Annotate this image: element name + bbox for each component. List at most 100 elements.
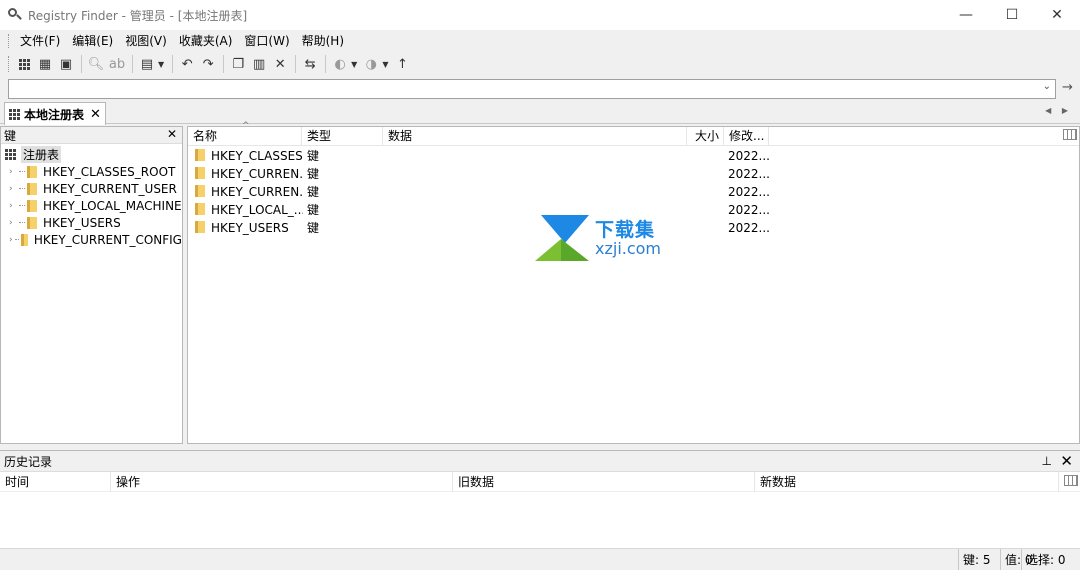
title-bar: Registry Finder - 管理员 - [本地注册表] — ☐ ✕: [0, 0, 1080, 30]
column-chooser-icon[interactable]: [1064, 475, 1078, 486]
status-keys: 键: 5: [958, 549, 991, 570]
column-action[interactable]: 操作: [111, 472, 453, 492]
folder-icon: [27, 182, 37, 195]
toolbar-separator: [223, 55, 225, 73]
toolbar-separator: [81, 55, 82, 73]
registry-grid-icon: [9, 108, 20, 120]
expand-chevron-icon[interactable]: ›: [9, 184, 19, 194]
delete-icon[interactable]: ✕: [270, 54, 290, 74]
status-bar: 键: 5 值: 0 选择: 0: [0, 548, 1080, 570]
tree-panel-header: 键 ✕: [1, 127, 182, 144]
maximize-button[interactable]: ☐: [989, 0, 1035, 30]
watermark-subtitle: xzji.com: [595, 239, 662, 258]
grid-globe-icon[interactable]: ▦: [35, 54, 55, 74]
folder-icon: [195, 167, 205, 179]
close-button[interactable]: ✕: [1034, 0, 1080, 30]
menu-file[interactable]: 文件(F): [14, 30, 66, 52]
export-dropdown-icon[interactable]: ▼: [158, 60, 164, 69]
tree-panel-title: 键: [4, 128, 17, 143]
tree-root-label: 注册表: [21, 146, 62, 163]
folder-icon: [195, 221, 205, 233]
folder-icon: [27, 216, 37, 229]
expand-chevron-icon[interactable]: ›: [9, 167, 19, 177]
close-tab-icon[interactable]: ✕: [90, 107, 101, 122]
back-dropdown-icon[interactable]: ▼: [351, 60, 357, 69]
watermark-title: 下载集: [595, 219, 656, 241]
forward-dropdown-icon[interactable]: ▼: [382, 60, 388, 69]
list-header: 名称 ^ 类型 数据 大小 修改...: [188, 121, 1079, 146]
column-chooser-icon[interactable]: [1063, 129, 1077, 140]
toolbar-grip[interactable]: [8, 56, 11, 72]
toolbar-separator: [172, 55, 174, 73]
menu-favorites[interactable]: 收藏夹(A): [173, 30, 239, 52]
redo-icon[interactable]: ↷: [198, 54, 218, 74]
replace-icon[interactable]: ab: [107, 54, 127, 74]
table-row[interactable]: HKEY_CLASSES... 键 2022...: [188, 147, 1079, 165]
history-header: 历史记录 ⊥ ✕: [0, 451, 1080, 472]
tree-item[interactable]: › HKEY_LOCAL_MACHINE: [1, 197, 182, 214]
folder-icon: [195, 203, 205, 215]
address-input[interactable]: [9, 80, 1029, 98]
tab-nav-arrows[interactable]: ◀ ▶: [1045, 106, 1072, 115]
menu-help[interactable]: 帮助(H): [296, 30, 350, 52]
tree-item[interactable]: › HKEY_CLASSES_ROOT: [1, 163, 182, 180]
values-list-view: 名称 ^ 类型 数据 大小 修改... HKEY_CLASSES... 键 20…: [187, 121, 1080, 444]
toolbar-separator: [132, 55, 133, 73]
history-title: 历史记录: [4, 454, 53, 469]
find-icon[interactable]: 🔍︎: [86, 54, 106, 74]
copy-icon[interactable]: ❐: [228, 54, 248, 74]
tree-root[interactable]: 注册表: [1, 146, 182, 163]
expand-chevron-icon[interactable]: ›: [9, 201, 19, 211]
toolbar-separator: [325, 55, 327, 73]
key-tree-panel: 键 ✕ 注册表 › HKEY_CLASSES_ROOT › HKEY_CURRENT…: [0, 126, 183, 444]
up-icon[interactable]: ↑: [392, 54, 412, 74]
document-tab-bar: 本地注册表 ✕ ◀ ▶: [0, 102, 1080, 125]
menu-window[interactable]: 窗口(W): [238, 30, 295, 52]
address-bar: ⌄: [8, 79, 1056, 99]
column-time[interactable]: 时间: [0, 472, 111, 492]
folder-icon: [27, 199, 37, 212]
column-old-data[interactable]: 旧数据: [453, 472, 755, 492]
paste-icon[interactable]: ▥: [249, 54, 269, 74]
close-history-icon[interactable]: ✕: [1060, 452, 1073, 470]
folder-icon: [195, 185, 205, 197]
menubar-grip[interactable]: [8, 34, 11, 48]
history-panel: 历史记录 ⊥ ✕ 时间 操作 旧数据 新数据: [0, 450, 1080, 548]
expand-chevron-icon[interactable]: ›: [9, 218, 19, 228]
sort-ascending-icon: ^: [242, 121, 250, 131]
grid-icon[interactable]: [14, 54, 34, 74]
export-icon[interactable]: ▤: [137, 54, 157, 74]
column-new-data[interactable]: 新数据: [755, 472, 1059, 492]
minimize-button[interactable]: —: [943, 0, 989, 30]
table-row[interactable]: HKEY_CURREN... 键 2022...: [188, 165, 1079, 183]
column-modified[interactable]: 修改...: [724, 127, 769, 146]
registry-grid-icon: [5, 149, 16, 160]
close-panel-icon[interactable]: ✕: [167, 127, 177, 141]
toolbar: ▦ ▣ 🔍︎ ab ▤ ▼ ↶ ↷ ❐ ▥ ✕ ⇆ ◐ ▼ ◑ ▼ ↑: [0, 52, 1080, 76]
menu-view[interactable]: 视图(V): [119, 30, 173, 52]
folder-icon: [195, 149, 205, 161]
tab-local-registry[interactable]: 本地注册表 ✕: [4, 102, 106, 125]
tree-item[interactable]: › HKEY_CURRENT_USER: [1, 180, 182, 197]
window-title: Registry Finder - 管理员 - [本地注册表]: [28, 8, 248, 23]
column-data[interactable]: 数据: [383, 127, 687, 146]
go-arrow-icon[interactable]: →: [1062, 80, 1073, 95]
menu-edit[interactable]: 编辑(E): [66, 30, 119, 52]
undo-icon[interactable]: ↶: [177, 54, 197, 74]
menu-bar: 文件(F) 编辑(E) 视图(V) 收藏夹(A) 窗口(W) 帮助(H): [0, 30, 1080, 52]
column-type[interactable]: 类型: [302, 127, 383, 146]
tree-item[interactable]: › HKEY_CURRENT_CONFIG: [1, 231, 182, 248]
status-selection: 选择: 0: [1021, 549, 1066, 570]
table-row[interactable]: HKEY_CURREN... 键 2022...: [188, 183, 1079, 201]
tree-item[interactable]: › HKEY_USERS: [1, 214, 182, 231]
chevron-down-icon[interactable]: ⌄: [1043, 81, 1051, 92]
watermark-logo: 下载集 xzji.com: [535, 215, 680, 263]
back-icon[interactable]: ◐: [330, 54, 350, 74]
grid-save-icon[interactable]: ▣: [56, 54, 76, 74]
refresh-icon[interactable]: ⇆: [300, 54, 320, 74]
column-size[interactable]: 大小: [687, 127, 724, 146]
pin-icon[interactable]: ⊥: [1042, 454, 1052, 468]
folder-icon: [20, 233, 28, 246]
forward-icon[interactable]: ◑: [361, 54, 381, 74]
history-columns: 时间 操作 旧数据 新数据: [0, 472, 1080, 492]
